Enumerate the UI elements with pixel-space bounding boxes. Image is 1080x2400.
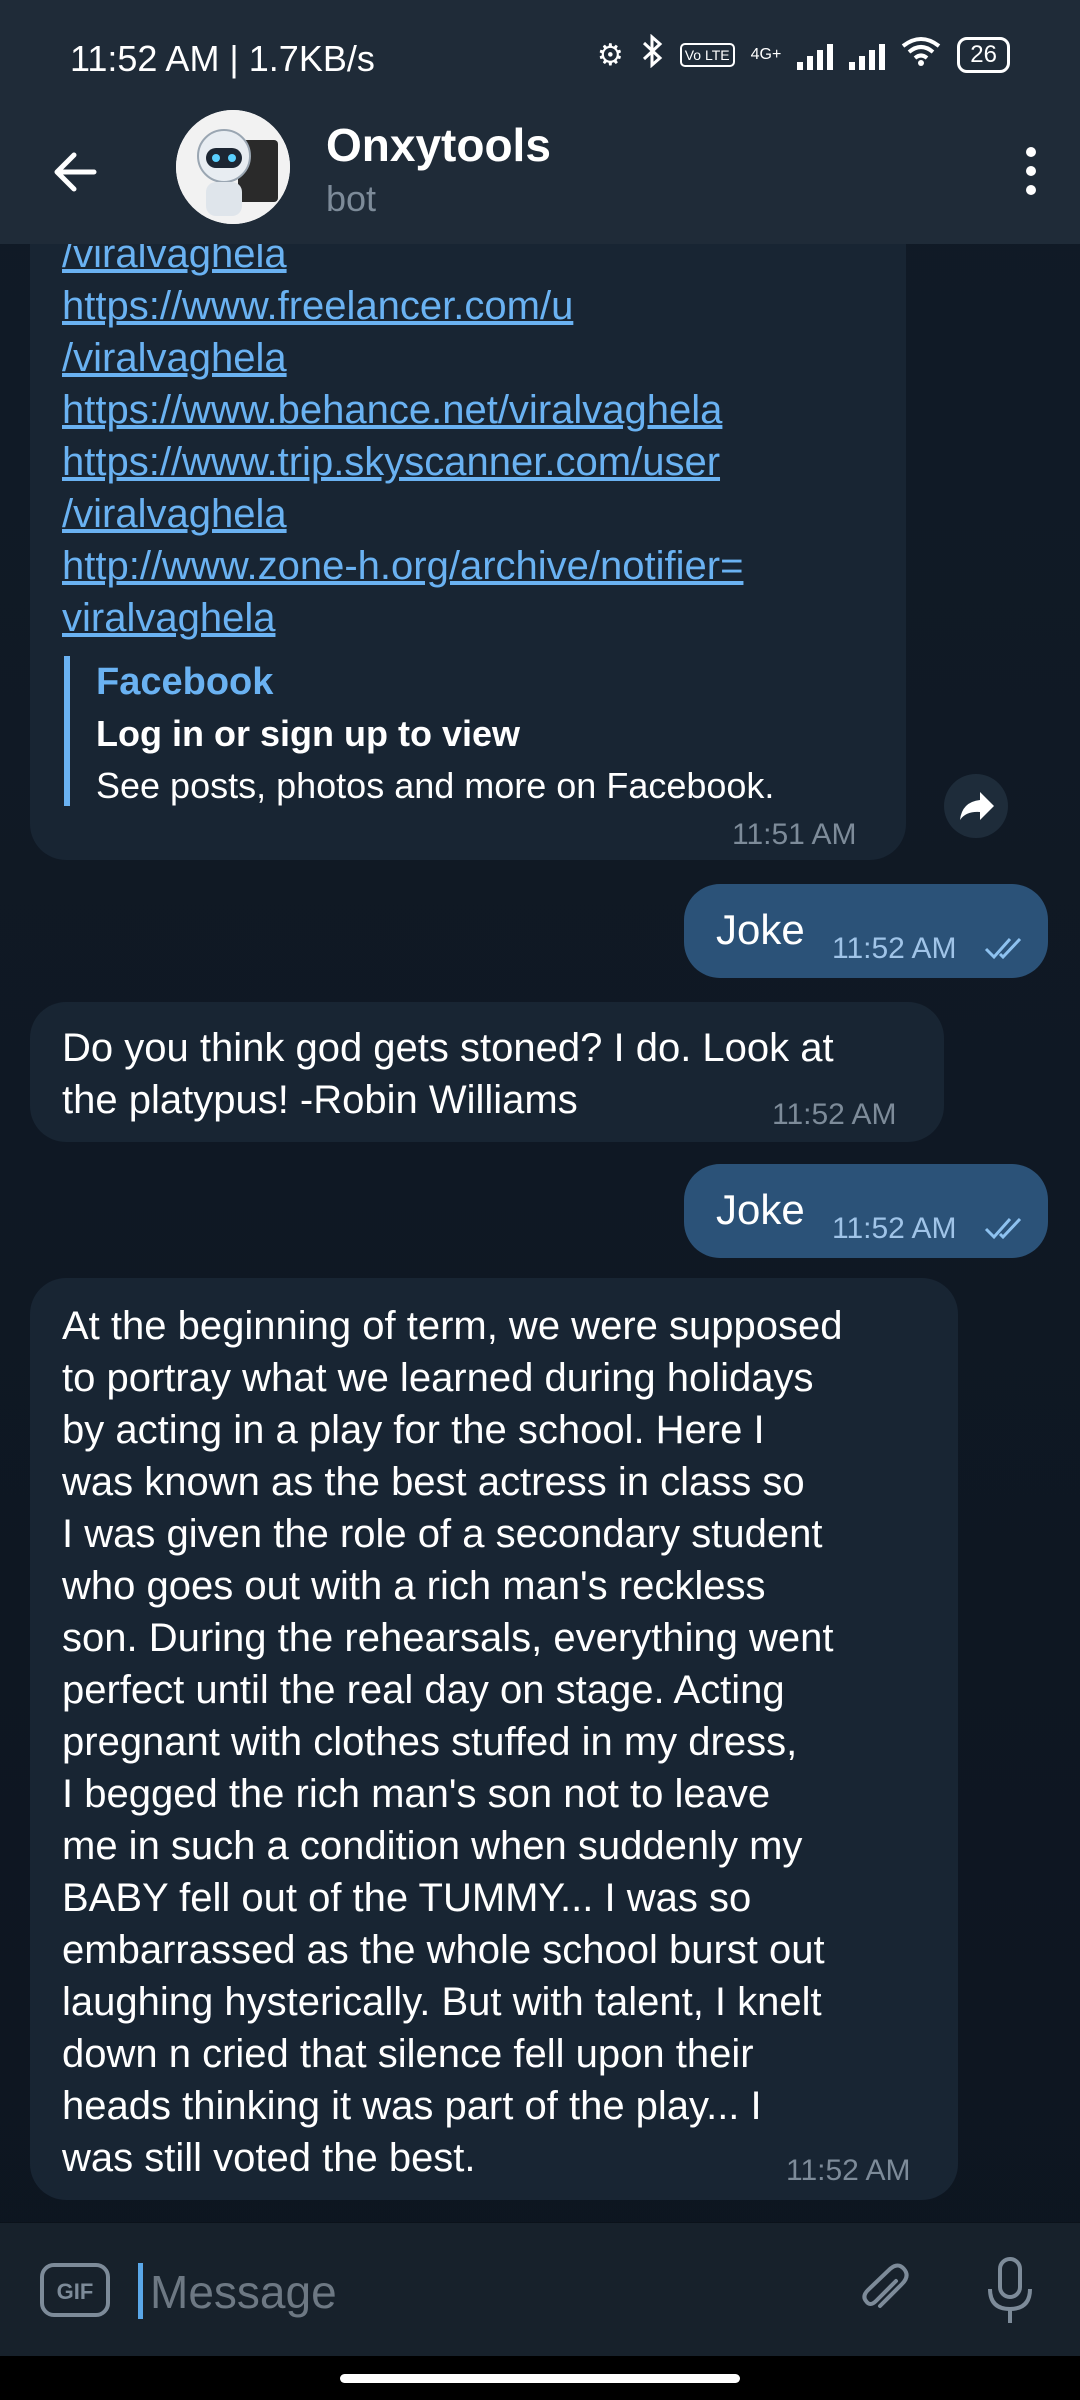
message-input-bar: GIF	[0, 2222, 1080, 2357]
message-line: son. During the rehearsals, everything w…	[62, 1616, 834, 1660]
message-line: perfect until the real day on stage. Act…	[62, 1668, 785, 1712]
status-icons: ⚙ Vo LTE 4G+ 26	[596, 33, 1010, 76]
back-arrow-icon[interactable]	[46, 142, 106, 202]
gif-label: GIF	[57, 2279, 94, 2304]
message-time: 11:51 AM	[732, 818, 857, 851]
message-text: Do you think god gets stoned? I do. Look…	[62, 1022, 834, 1126]
message-text: Joke	[716, 1186, 805, 1233]
message-link[interactable]: https://www.trip.skyscanner.com/user	[62, 436, 743, 488]
status-bar: 11:52 AM | 1.7KB/s ⚙ Vo LTE 4G+ 26	[0, 0, 1080, 118]
gif-icon[interactable]: GIF	[40, 2263, 110, 2317]
link-preview[interactable]: Facebook Log in or sign up to view See p…	[64, 656, 864, 806]
message-line: who goes out with a rich man's reckless	[62, 1564, 766, 1608]
wifi-icon	[901, 36, 941, 74]
message-line: heads thinking it was part of the play..…	[62, 2084, 762, 2128]
status-time: 11:52 AM | 1.7KB/s	[70, 38, 375, 79]
message-text: Joke	[716, 906, 805, 953]
bluetooth-icon	[640, 33, 664, 76]
microphone-icon[interactable]	[978, 2253, 1042, 2327]
message-line: BABY fell out of the TUMMY... I was so	[62, 1876, 752, 1920]
message-link[interactable]: http://www.zone-h.org/archive/notifier=	[62, 540, 743, 592]
message-time: 11:52 AM	[772, 1098, 897, 1131]
message-link[interactable]: https://www.freelancer.com/u	[62, 280, 743, 332]
message-bubble-outgoing: Joke 11:52 AM	[684, 884, 1048, 978]
battery-icon: 26	[957, 37, 1010, 73]
double-check-icon	[984, 934, 1030, 967]
message-line: Do you think god gets stoned? I do. Look…	[62, 1026, 834, 1070]
network-type: 4G+	[750, 46, 782, 63]
message-line: I begged the rich man's son not to leave	[62, 1772, 771, 1816]
message-time: 11:52 AM	[786, 2154, 911, 2187]
message-line: I was given the role of a secondary stud…	[62, 1512, 823, 1556]
preview-title: Log in or sign up to view	[96, 713, 520, 754]
message-line: by acting in a play for the school. Here…	[62, 1408, 765, 1452]
settings-icon: ⚙	[596, 38, 624, 72]
signal-icon	[797, 40, 834, 70]
message-link[interactable]: /viralvaghela	[62, 488, 743, 540]
text-cursor	[138, 2263, 143, 2319]
message-line: the platypus! -Robin Williams	[62, 1078, 578, 1122]
message-line: pregnant with clothes stuffed in my dres…	[62, 1720, 798, 1764]
message-link[interactable]: https://www.behance.net/viralvaghela	[62, 384, 743, 436]
message-line: down n cried that silence fell upon thei…	[62, 2032, 754, 2076]
message-line: embarrassed as the whole school burst ou…	[62, 1928, 825, 1972]
volte-icon: Vo LTE	[679, 43, 735, 67]
message-bubble-incoming: Do you think god gets stoned? I do. Look…	[30, 1002, 944, 1142]
chat-header: Onxytools bot	[0, 110, 1080, 244]
message-time: 11:52 AM	[832, 932, 957, 965]
message-time: 11:52 AM	[832, 1212, 957, 1245]
home-indicator[interactable]	[340, 2374, 740, 2383]
message-line: was known as the best actress in class s…	[62, 1460, 805, 1504]
signal-icon-2	[849, 40, 886, 70]
share-icon[interactable]	[944, 774, 1008, 838]
message-bubble-outgoing: Joke 11:52 AM	[684, 1164, 1048, 1258]
message-line: to portray what we learned during holida…	[62, 1356, 814, 1400]
message-line: was still voted the best.	[62, 2136, 476, 2180]
bot-avatar[interactable]	[176, 110, 290, 224]
message-link[interactable]: viralvaghela	[62, 592, 743, 644]
preview-description: See posts, photos and more on Facebook.	[96, 765, 775, 806]
message-line: laughing hysterically. But with talent, …	[62, 1980, 822, 2024]
message-link[interactable]: /viralvaghela	[62, 332, 743, 384]
chat-title[interactable]: Onxytools	[326, 118, 551, 172]
more-vert-icon[interactable]	[1006, 138, 1056, 204]
system-nav-bar	[0, 2356, 1080, 2400]
message-line: me in such a condition when suddenly my	[62, 1824, 803, 1868]
preview-site-name: Facebook	[96, 661, 274, 703]
message-bubble-incoming: At the beginning of term, we were suppos…	[30, 1278, 958, 2200]
message-input[interactable]	[148, 2259, 802, 2325]
message-line: At the beginning of term, we were suppos…	[62, 1304, 843, 1348]
paperclip-icon[interactable]	[852, 2259, 916, 2323]
chat-subtitle: bot	[326, 178, 377, 219]
double-check-icon	[984, 1214, 1030, 1247]
message-bubble-incoming: /viralvaghela https://www.freelancer.com…	[30, 190, 906, 860]
message-text: At the beginning of term, we were suppos…	[62, 1300, 842, 2184]
